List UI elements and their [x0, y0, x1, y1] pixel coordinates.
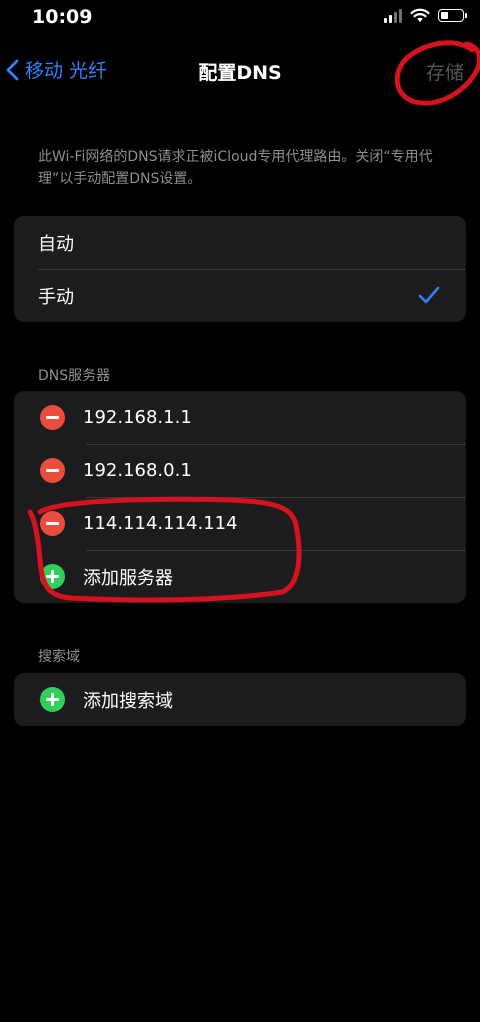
- dns-server-address[interactable]: 114.114.114.114: [83, 513, 238, 534]
- search-domain-header: 搜索域: [38, 649, 80, 665]
- checkmark-icon: [418, 286, 440, 304]
- add-server-label[interactable]: 添加服务器: [83, 564, 173, 590]
- page-title: 配置DNS: [198, 62, 282, 84]
- option-label: 手动: [38, 286, 74, 308]
- dns-server-row[interactable]: 114.114.114.114: [14, 497, 466, 550]
- dns-server-address[interactable]: 192.168.0.1: [83, 460, 192, 481]
- dns-server-row[interactable]: 192.168.0.1: [14, 444, 466, 497]
- navigation-bar: 移动 光纤 配置DNS 存储: [0, 48, 480, 92]
- dns-section-header: DNS服务器: [38, 368, 111, 384]
- status-time: 10:09: [32, 6, 93, 28]
- option-label: 自动: [38, 233, 74, 255]
- add-server-row[interactable]: 添加服务器: [14, 550, 466, 603]
- add-search-domain-row[interactable]: 添加搜索域: [14, 673, 466, 726]
- option-manual[interactable]: 手动: [14, 269, 466, 322]
- wifi-icon: [410, 8, 430, 22]
- plus-circle-icon[interactable]: [40, 687, 65, 712]
- save-button[interactable]: 存储: [426, 58, 464, 85]
- minus-circle-icon[interactable]: [40, 458, 65, 483]
- search-domain-group: 添加搜索域: [14, 673, 466, 726]
- status-bar: 10:09: [0, 0, 480, 36]
- option-automatic[interactable]: 自动: [14, 216, 466, 269]
- dns-server-address[interactable]: 192.168.1.1: [83, 407, 192, 428]
- minus-circle-icon[interactable]: [40, 511, 65, 536]
- dns-server-row[interactable]: 192.168.1.1: [14, 391, 466, 444]
- battery-icon: [438, 9, 467, 22]
- dns-servers-group: 192.168.1.1 192.168.0.1 114.114.114.114 …: [14, 391, 466, 603]
- plus-circle-icon[interactable]: [40, 564, 65, 589]
- private-relay-notice: 此Wi-Fi网络的DNS请求正被iCloud专用代理路由。关闭“专用代理”以手动…: [38, 149, 433, 187]
- status-icons: [384, 8, 467, 23]
- add-search-domain-label[interactable]: 添加搜索域: [83, 687, 173, 713]
- signal-icon: [384, 8, 402, 23]
- minus-circle-icon[interactable]: [40, 405, 65, 430]
- config-mode-group: 自动 手动: [14, 216, 466, 322]
